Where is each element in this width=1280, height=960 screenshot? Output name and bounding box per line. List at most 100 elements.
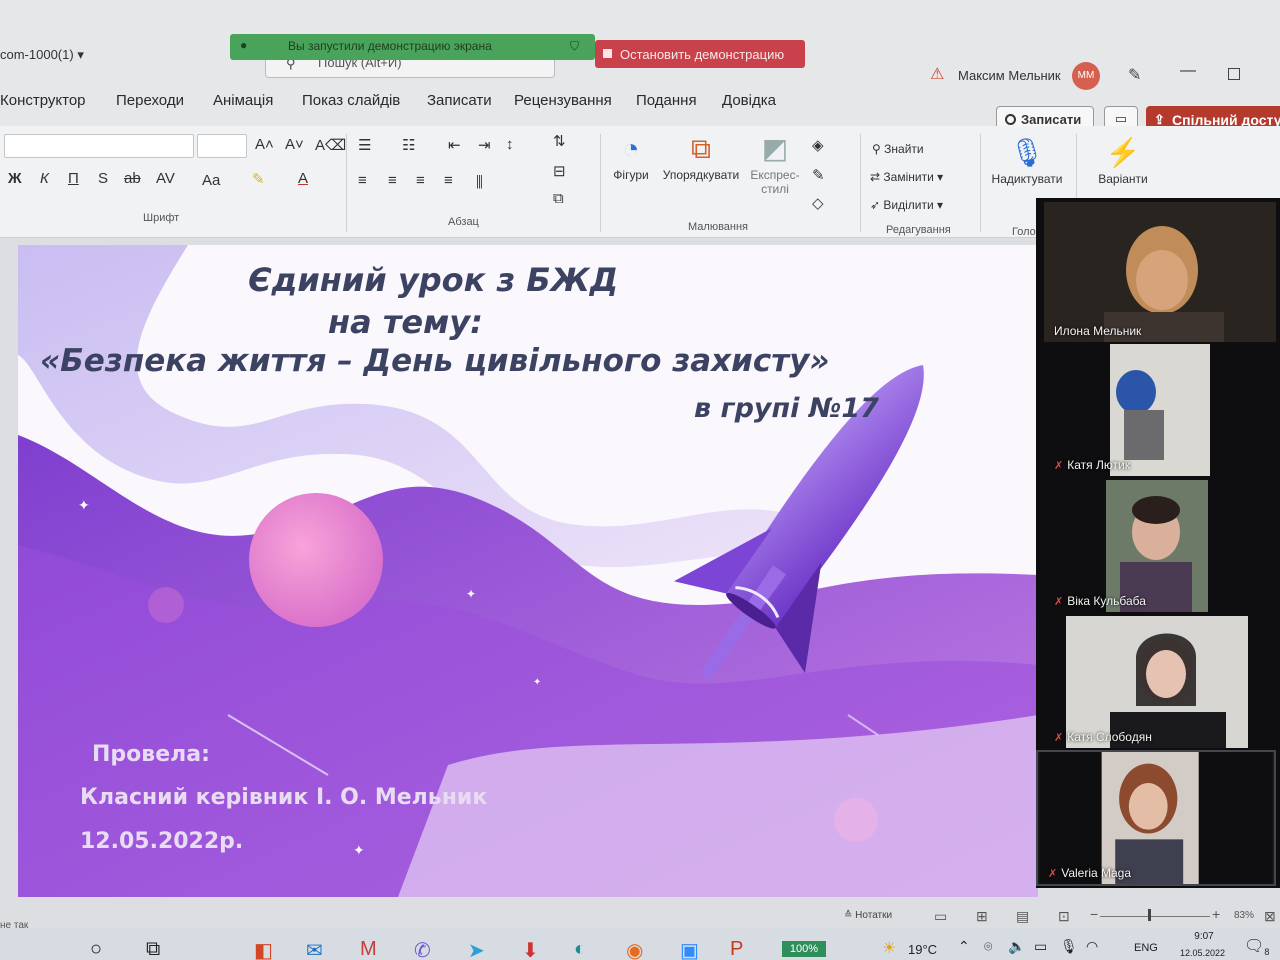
strikethrough-button[interactable]: ab xyxy=(124,170,141,187)
fit-slide-icon[interactable]: ⊠ xyxy=(1264,908,1276,925)
stop-demo-button[interactable]: Остановить демонстрацию xyxy=(595,40,805,68)
slideshow-icon[interactable]: ⊡ xyxy=(1058,908,1070,925)
shapes-button[interactable]: ◔ Фігури xyxy=(608,130,654,182)
line-spacing-icon[interactable]: ↕ xyxy=(506,136,514,153)
reading-view-icon[interactable]: ▤ xyxy=(1016,908,1029,925)
participant-tile[interactable]: Илона Мельник xyxy=(1044,202,1276,342)
grow-font-icon[interactable]: A˄ xyxy=(255,136,274,153)
quick-styles-button[interactable]: ◩ Експрес- стилі xyxy=(746,130,804,196)
tab-slideshow[interactable]: Показ слайдів xyxy=(302,92,400,109)
search-icon[interactable]: ○ xyxy=(90,938,102,960)
telegram-icon[interactable]: ➤ xyxy=(468,938,485,960)
weather-icon[interactable]: ☀ xyxy=(882,938,896,958)
shadow-button[interactable]: S xyxy=(98,170,108,187)
taskbar-zoom-badge[interactable]: 100% xyxy=(782,941,826,957)
task-view-icon[interactable]: ⧉ xyxy=(146,938,160,960)
participant-tile[interactable]: ✗ Катя Слободян xyxy=(1044,616,1276,748)
variants-button[interactable]: ⚡ Варіанти xyxy=(1090,134,1156,186)
language-indicator[interactable]: ENG xyxy=(1134,942,1158,954)
decrease-indent-icon[interactable]: ⇤ xyxy=(448,136,461,154)
office-icon[interactable]: ◧ xyxy=(254,938,273,960)
normal-view-icon[interactable]: ▭ xyxy=(934,908,947,925)
change-case-button[interactable]: Aa xyxy=(202,172,220,189)
divider xyxy=(600,134,601,232)
tab-help[interactable]: Довідка xyxy=(722,92,776,109)
slide-canvas[interactable]: ✦ ✦ ✦ ✦ Єдиний урок з БЖД на тему: «Безп… xyxy=(18,245,1038,897)
underline-button[interactable]: П xyxy=(68,170,79,187)
warning-icon[interactable]: ⚠ xyxy=(930,64,944,84)
tab-transitions[interactable]: Переходи xyxy=(116,92,184,109)
firefox-icon[interactable]: ◉ xyxy=(626,938,643,960)
font-size-select[interactable] xyxy=(197,134,247,158)
smartart-icon[interactable]: ⧉ xyxy=(553,190,564,207)
align-center-icon[interactable]: ≡ xyxy=(388,172,397,189)
tab-view[interactable]: Подання xyxy=(636,92,697,109)
font-family-select[interactable] xyxy=(4,134,194,158)
powerpoint-icon[interactable]: P xyxy=(730,938,743,960)
arrange-button[interactable]: ⧉ Упорядкувати xyxy=(656,130,746,182)
numbering-icon[interactable]: ☷ xyxy=(402,136,415,154)
zoom-slider-thumb[interactable] xyxy=(1148,909,1151,921)
tab-animation[interactable]: Анімація xyxy=(213,92,273,109)
columns-icon[interactable]: ⫼ xyxy=(476,174,483,191)
align-text-icon[interactable]: ⊟ xyxy=(553,162,566,180)
slide-sorter-icon[interactable]: ⊞ xyxy=(976,908,988,925)
maximize-button[interactable] xyxy=(1228,68,1240,80)
gmail-icon[interactable]: M xyxy=(360,938,377,960)
zoom-app-icon[interactable]: ▣ xyxy=(680,938,699,960)
font-color-icon[interactable]: A xyxy=(298,170,308,187)
participant-tile[interactable]: ✗ Катя Лютик xyxy=(1044,344,1276,476)
network-icon[interactable]: ⌾ xyxy=(984,938,992,955)
tab-review[interactable]: Рецензування xyxy=(514,92,612,109)
zoom-slider[interactable] xyxy=(1100,916,1210,917)
increase-indent-icon[interactable]: ⇥ xyxy=(478,136,491,154)
notifications-icon[interactable]: 🗨8 xyxy=(1244,936,1269,957)
participant-tile[interactable]: ✗ Віка Кульбаба xyxy=(1044,480,1276,612)
pen-icon[interactable]: ✎ xyxy=(1128,65,1141,85)
downloads-icon[interactable]: ⬇ xyxy=(522,938,539,960)
participant-video xyxy=(1044,616,1276,748)
find-button[interactable]: ⚲ Знайти xyxy=(872,142,924,156)
clear-format-icon[interactable]: A⌫ xyxy=(315,136,346,154)
viber-icon[interactable]: ✆ xyxy=(414,938,431,960)
replace-button[interactable]: ⇄ Замінити ▾ xyxy=(870,170,943,184)
participant-tile[interactable]: ✗ Valeria Maga xyxy=(1036,750,1276,886)
shape-outline-icon[interactable]: ✎ xyxy=(812,166,825,184)
bullets-icon[interactable]: ☰ xyxy=(358,136,371,154)
document-filename[interactable]: com-1000(1) ▾ xyxy=(0,47,84,63)
zoom-in-icon[interactable]: + xyxy=(1212,906,1220,922)
avatar[interactable]: ММ xyxy=(1072,62,1100,90)
clock-time[interactable]: 9:07 xyxy=(1186,931,1222,942)
text-direction-icon[interactable]: ⇅ xyxy=(553,132,566,150)
slide-group: в групі №17 xyxy=(694,393,879,424)
align-left-icon[interactable]: ≡ xyxy=(358,172,367,189)
shrink-font-icon[interactable]: A˅ xyxy=(285,136,304,153)
edge-icon[interactable]: ◐ xyxy=(574,938,586,960)
dictate-button[interactable]: 🎙 Надиктувати xyxy=(984,134,1070,186)
highlight-icon[interactable]: ✎ xyxy=(252,170,265,188)
align-right-icon[interactable]: ≡ xyxy=(416,172,425,189)
notes-button[interactable]: ≙ Нотатки xyxy=(844,910,892,921)
shape-effects-icon[interactable]: ◇ xyxy=(812,194,824,212)
italic-button[interactable]: К xyxy=(40,170,49,187)
shape-fill-icon[interactable]: ◈ xyxy=(812,136,824,154)
wifi-icon[interactable]: ◠ xyxy=(1086,938,1098,955)
volume-icon[interactable]: 🔈 xyxy=(1008,938,1025,955)
user-name[interactable]: Максим Мельник xyxy=(958,68,1061,83)
spacing-button[interactable]: AV xyxy=(156,170,175,187)
battery-icon[interactable]: ▭ xyxy=(1034,938,1047,955)
justify-icon[interactable]: ≡ xyxy=(444,172,453,189)
mail-icon[interactable]: ✉ xyxy=(306,938,323,960)
bold-button[interactable]: Ж xyxy=(8,170,22,187)
mic-icon[interactable]: 🎙 xyxy=(1060,938,1078,955)
weather-temp[interactable]: 19°C xyxy=(908,942,937,957)
chevron-up-icon[interactable]: ⌃ xyxy=(958,938,970,955)
tab-design[interactable]: Конструктор xyxy=(0,92,86,109)
zoom-out-icon[interactable]: − xyxy=(1090,906,1098,922)
select-button[interactable]: ➶ Виділити ▾ xyxy=(870,198,943,212)
slide-teacher: Класний керівник І. О. Мельник xyxy=(80,785,488,810)
zoom-level[interactable]: 83% xyxy=(1234,910,1254,921)
minimize-button[interactable]: — xyxy=(1180,62,1196,80)
clock-date[interactable]: 12.05.2022 xyxy=(1180,948,1225,958)
tab-record[interactable]: Записати xyxy=(427,92,492,109)
